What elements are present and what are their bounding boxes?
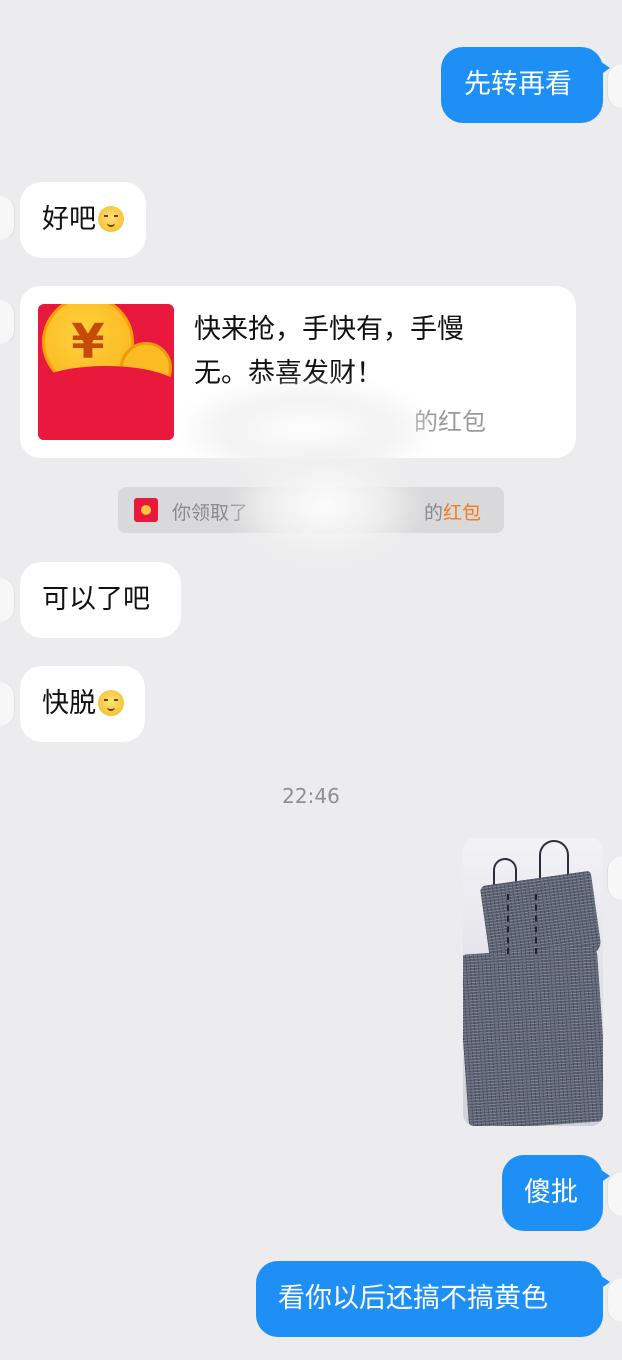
my-avatar[interactable] (608, 1172, 622, 1216)
message-text: 先转再看 (464, 69, 572, 100)
message-text: 可以了吧 (42, 584, 150, 615)
my-avatar[interactable] (608, 856, 622, 900)
garment-bottom (463, 945, 603, 1126)
message-text: 看你以后还搞不搞黄色 (278, 1283, 548, 1314)
shy-smile-emoji-icon (98, 690, 124, 716)
redacted-area (230, 440, 420, 570)
message-text: 傻批 (524, 1177, 578, 1208)
envelope-flap-icon (38, 366, 174, 440)
message-bubble-outgoing[interactable]: 看你以后还搞不搞黄色 (256, 1261, 610, 1337)
message-bubble-outgoing[interactable]: 傻批 (502, 1155, 610, 1231)
wry-smile-emoji-icon (98, 206, 124, 232)
notice-suffix: 的红包 (424, 498, 481, 525)
message-bubble-incoming[interactable]: 快脱 (20, 666, 145, 742)
message-bubble-incoming[interactable]: 可以了吧 (20, 562, 181, 638)
red-packet-link[interactable]: 红包 (443, 502, 481, 524)
message-text: 好吧 (42, 204, 96, 235)
message-timestamp: 22:46 (282, 784, 340, 808)
message-text: 快脱 (42, 688, 96, 719)
my-avatar[interactable] (608, 1278, 622, 1322)
image-message[interactable] (463, 838, 603, 1126)
notice-middle: 的 (424, 502, 444, 524)
contact-avatar[interactable] (0, 300, 14, 344)
message-bubble-outgoing[interactable]: 先转再看 (441, 47, 610, 123)
red-packet-icon: ¥ (38, 304, 174, 440)
contact-avatar[interactable] (0, 682, 14, 726)
message-bubble-incoming[interactable]: 好吧 (20, 182, 146, 258)
red-packet-small-icon (134, 498, 158, 522)
my-avatar[interactable] (608, 64, 622, 108)
contact-avatar[interactable] (0, 578, 14, 622)
lacing (507, 894, 537, 954)
contact-avatar[interactable] (0, 196, 14, 240)
